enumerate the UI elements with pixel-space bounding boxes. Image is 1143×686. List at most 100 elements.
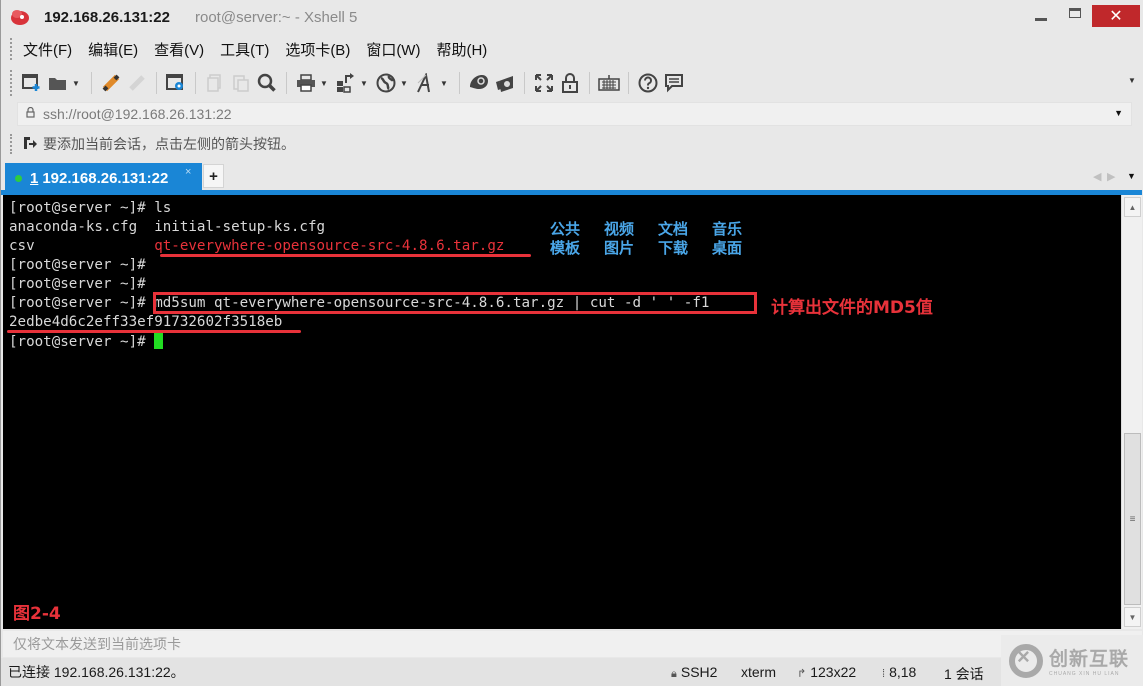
fullscreen-button[interactable] [531,71,557,95]
font-dropdown-icon[interactable]: ▼ [439,79,449,88]
transfer-icon [337,73,354,93]
keyboard-button[interactable] [596,71,622,95]
xmanager-button[interactable] [492,71,518,95]
address-dropdown-icon[interactable]: ▼ [1114,108,1123,118]
highlighted-filename: qt-everywhere-opensource-src-4.8.6.tar.g… [154,238,505,254]
hint-text: 要添加当前会话，点击左侧的箭头按钮。 [43,136,295,152]
print-dropdown-icon[interactable]: ▼ [319,79,329,88]
terminal-area[interactable]: [root@server ~]# ls anaconda-ks.cfg init… [3,195,1121,629]
toolbar-separator [524,72,525,94]
find-button[interactable] [254,71,280,95]
menu-bar: 文件(F) 编辑(E) 查看(V) 工具(T) 选项卡(B) 窗口(W) 帮助(… [1,36,503,62]
disconnect-icon [129,75,145,91]
terminal-line: [root@server ~]# [9,276,155,292]
scroll-thumb[interactable]: ≡ [1124,433,1141,605]
session-count-status: 1 会话 [944,666,984,682]
figure-label: 图2-4 [13,604,61,624]
properties-icon [166,74,183,90]
menu-help[interactable]: 帮助(H) [436,39,487,60]
xshell-window: 192.168.26.131:22 root@server:~ - Xshell… [0,0,1143,686]
terminal-scrollbar[interactable]: ▲ ≡ ▼ [1121,195,1142,629]
help-button[interactable] [635,71,661,95]
font-button[interactable] [413,71,439,95]
globe-button[interactable] [373,71,399,95]
minimize-button[interactable] [1021,5,1061,27]
session-hint-bar: 要添加当前会话，点击左侧的箭头按钮。 [1,132,1143,156]
address-bar[interactable]: ssh://root@192.168.26.131:22 ▼ [17,102,1132,126]
new-session-icon [22,74,40,91]
cursor-position-icon: ⁞ [882,668,886,680]
maximize-button[interactable] [1061,5,1089,27]
fullscreen-icon [535,74,553,92]
connection-status: 已连接 192.168.26.131:22。 [8,664,185,680]
xftp-icon [470,75,488,89]
tab-close-icon[interactable]: × [185,166,191,178]
resize-icon: ↱ [797,668,807,680]
chat-button[interactable] [661,71,687,95]
chat-icon [665,74,683,93]
terminal-line: [root@server ~]# [9,257,155,273]
connected-status-dot [15,174,22,182]
toolbar-separator [156,72,157,94]
toolbar: ▼ ▼ ▼ ▼ ▼ ▼ [1,66,1143,100]
window-title-host: 192.168.26.131:22 [44,9,170,26]
tab-menu-icon[interactable]: ▼ [1127,171,1136,181]
tab-scroll-left-icon[interactable]: ◀ [1093,170,1101,183]
dir-entry: 下载 [658,239,689,257]
menu-tools[interactable]: 工具(T) [220,39,269,60]
command-highlight-box [153,292,757,314]
dir-entry: 桌面 [712,239,743,257]
maximize-icon [1069,8,1081,18]
open-dropdown-icon[interactable]: ▼ [71,79,81,88]
dir-entry: 模板 [550,239,581,257]
paste-button[interactable] [228,71,254,95]
xftp-button[interactable] [466,71,492,95]
watermark-subtext: CHUANG XIN HU LIAN [1049,671,1120,677]
md5-annotation: 计算出文件的MD5值 [771,298,933,318]
menu-window[interactable]: 窗口(W) [366,39,420,60]
terminal-cursor [154,332,164,349]
filename-underline [160,254,531,257]
disconnect-button[interactable] [124,71,150,95]
lock-icon [562,73,578,93]
menu-file[interactable]: 文件(F) [23,39,72,60]
close-button[interactable]: ✕ [1092,5,1140,27]
tab-session-1[interactable]: 1 192.168.26.131:22 × [5,163,202,193]
dir-entry: 公共 [550,220,581,238]
watermark-text: 创新互联 [1049,649,1130,670]
menu-tabs[interactable]: 选项卡(B) [285,39,350,60]
copy-button[interactable] [202,71,228,95]
dir-entry: 图片 [604,239,635,257]
toolbar-overflow-icon[interactable]: ▼ [1127,76,1137,85]
terminal-line: anaconda-ks.cfg initial-setup-ks.cfg [9,219,326,235]
title-bar: 192.168.26.131:22 root@server:~ - Xshell… [1,0,1143,34]
address-input[interactable]: ssh://root@192.168.26.131:22 [43,106,232,122]
lock-icon: 🔒︎ [671,668,677,680]
terminal-line: [root@server ~]# ls [9,200,172,216]
compose-bar[interactable]: 仅将文本发送到当前选项卡 [3,631,1142,657]
globe-dropdown-icon[interactable]: ▼ [399,79,409,88]
open-button[interactable] [45,71,71,95]
transfer-button[interactable] [333,71,359,95]
tab-label: 1 192.168.26.131:22 [30,169,169,187]
font-icon [417,73,430,93]
compose-input[interactable]: 仅将文本发送到当前选项卡 [13,634,181,654]
globe-icon [376,73,396,93]
menu-edit[interactable]: 编辑(E) [88,39,138,60]
tab-scroll-right-icon[interactable]: ▶ [1107,170,1115,183]
new-tab-button[interactable]: + [203,164,224,188]
transfer-dropdown-icon[interactable]: ▼ [359,79,369,88]
scroll-up-button[interactable]: ▲ [1124,197,1141,217]
menu-view[interactable]: 查看(V) [154,39,204,60]
properties-button[interactable] [163,71,189,95]
new-session-button[interactable] [19,71,45,95]
lock-icon [26,106,35,121]
lock-button[interactable] [557,71,583,95]
print-button[interactable] [293,71,319,95]
window-title-subtitle: root@server:~ - Xshell 5 [195,9,358,26]
connect-button[interactable] [98,71,124,95]
close-icon: ✕ [1109,8,1123,25]
find-icon [257,73,276,92]
add-session-arrow-icon[interactable] [23,136,37,153]
scroll-down-button[interactable]: ▼ [1124,607,1141,627]
